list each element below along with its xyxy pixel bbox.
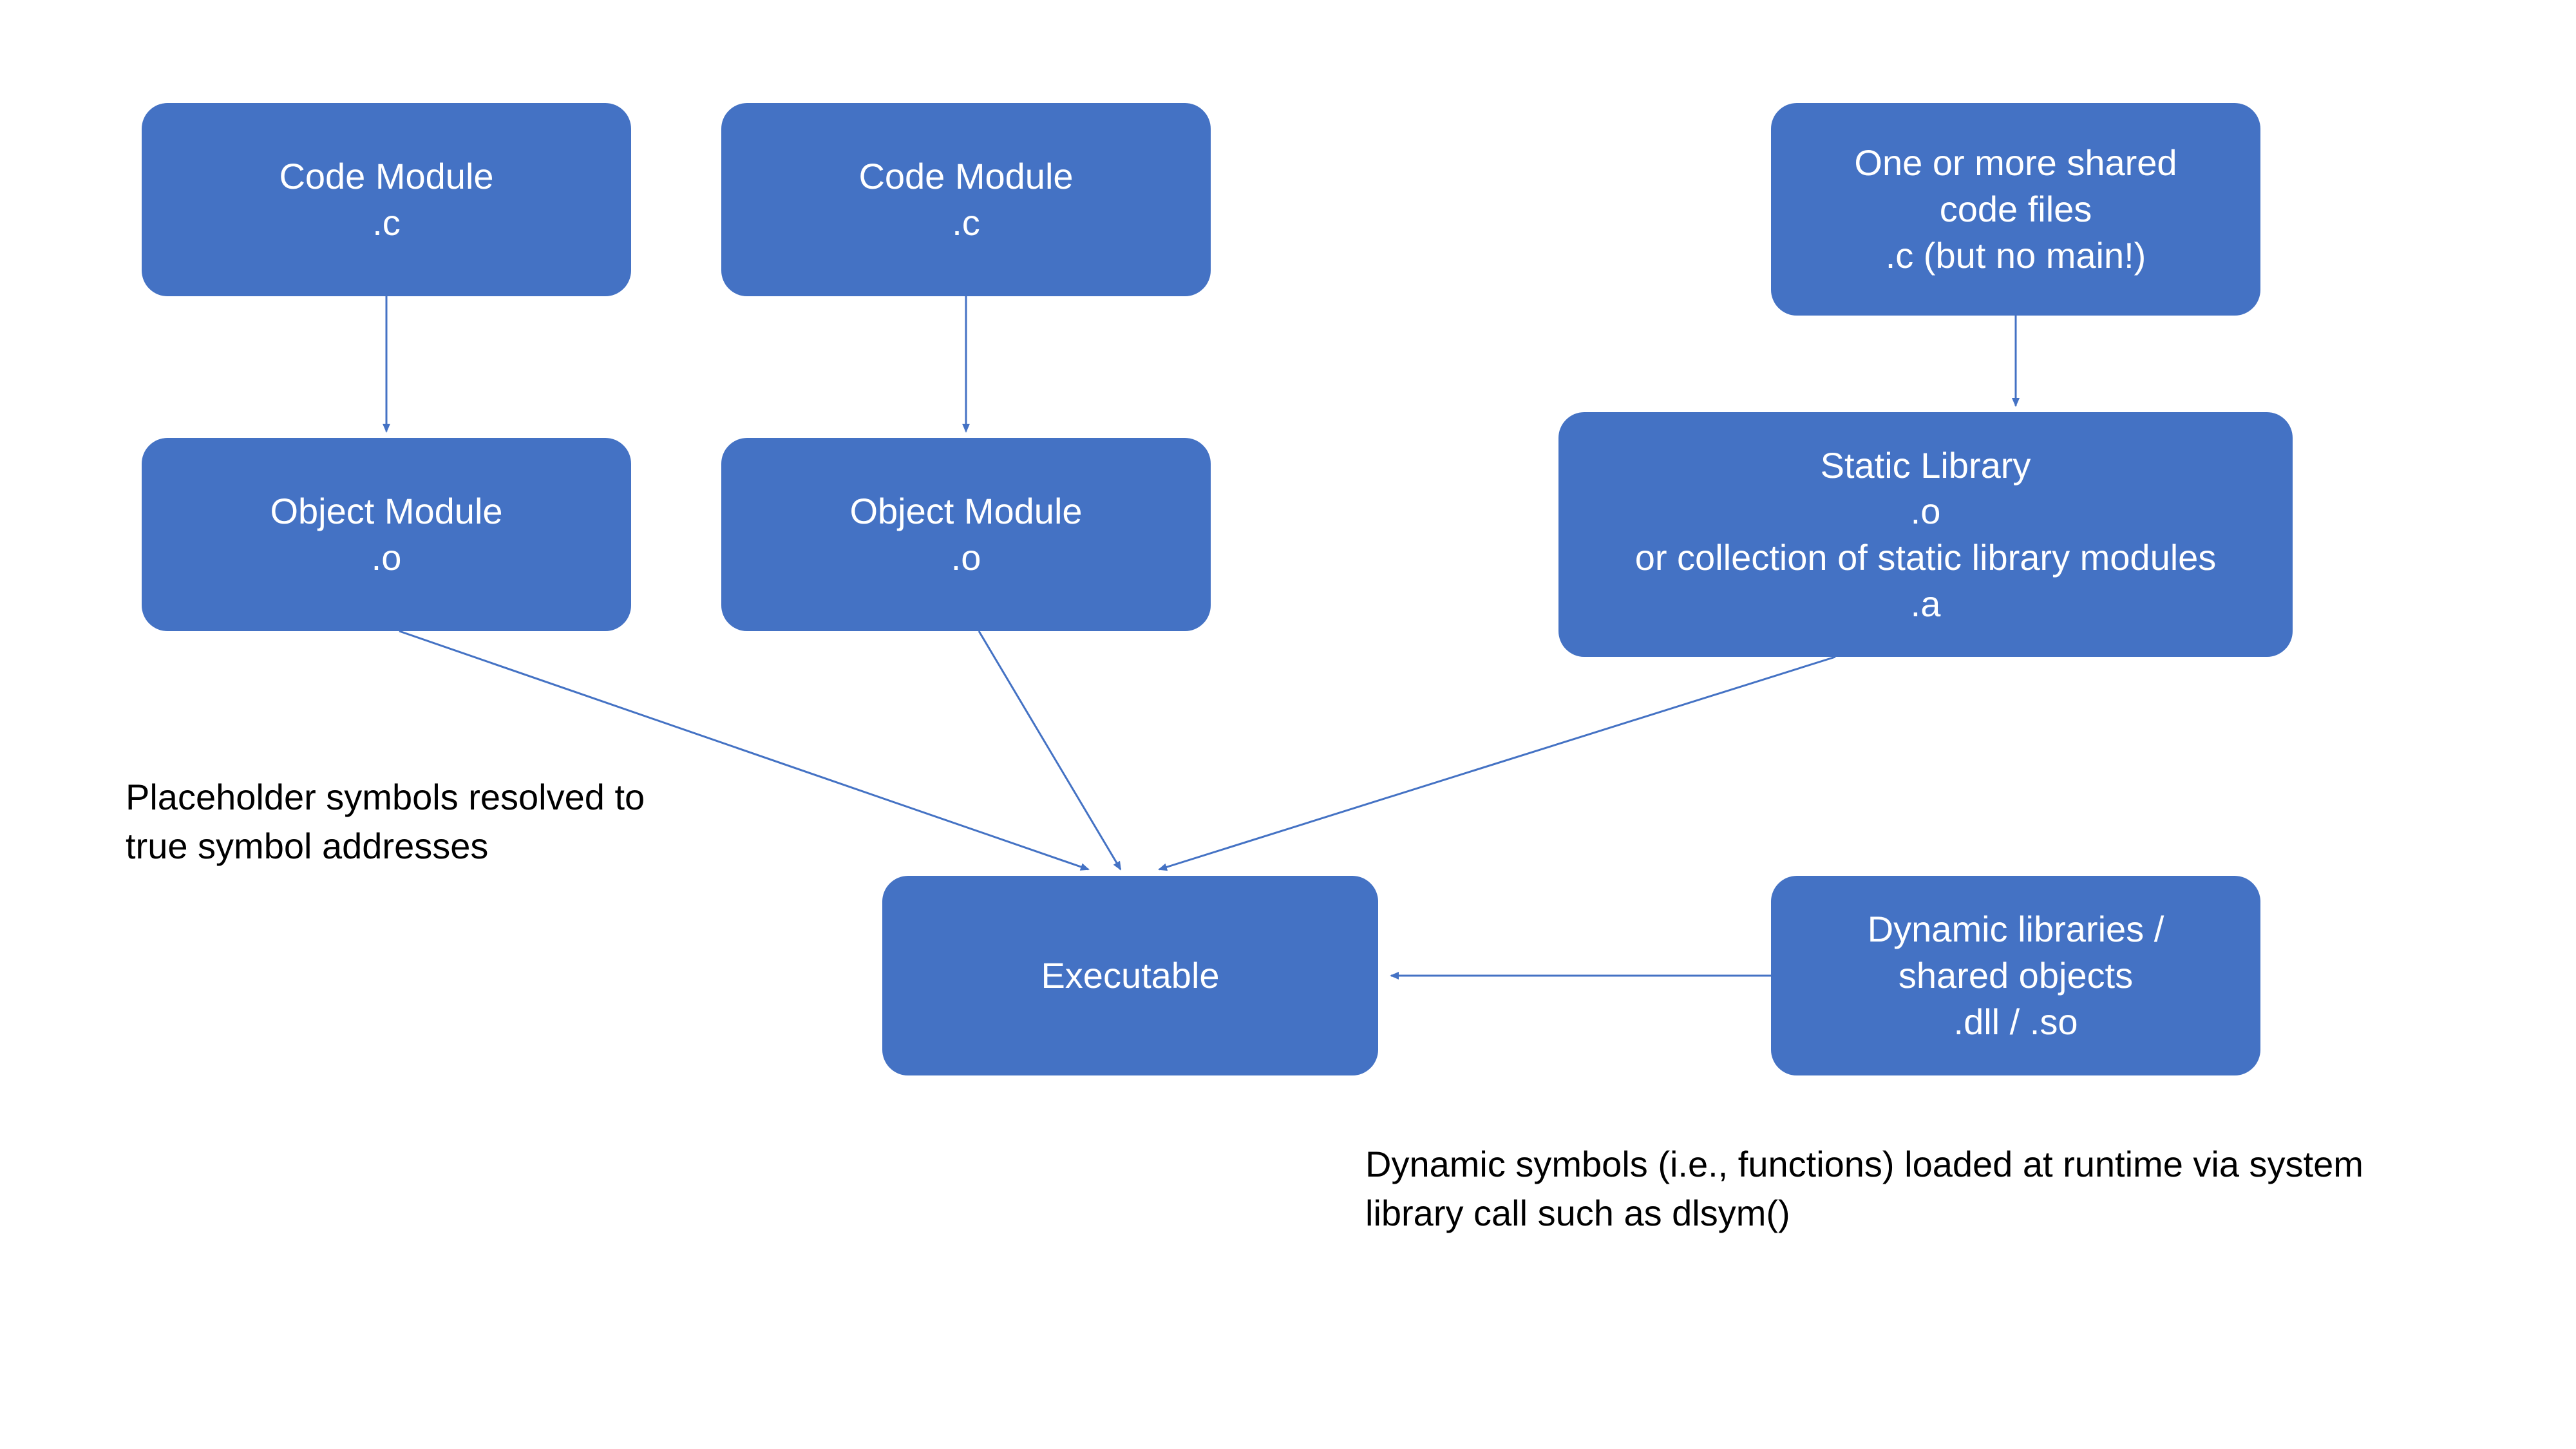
node-code-module-2-line2: .c — [952, 200, 980, 246]
node-dynamic-libraries-line3: .dll / .so — [1954, 999, 2078, 1045]
node-shared-code-line1: One or more shared — [1854, 140, 2177, 186]
node-object-module-2-line1: Object Module — [849, 488, 1082, 535]
node-dynamic-libraries: Dynamic libraries / shared objects .dll … — [1771, 876, 2260, 1075]
node-object-module-2: Object Module .o — [721, 438, 1211, 631]
node-shared-code-line2: code files — [1940, 186, 2092, 232]
node-executable: Executable — [882, 876, 1378, 1075]
node-code-module-1: Code Module .c — [142, 103, 631, 296]
node-code-module-1-line1: Code Module — [279, 153, 493, 200]
diagram-canvas: Code Module .c Code Module .c One or mor… — [0, 0, 2576, 1449]
node-static-library-line2: .o — [1911, 488, 1941, 535]
node-shared-code-line3: .c (but no main!) — [1886, 232, 2146, 279]
arrow-obj2-to-exe — [979, 631, 1121, 869]
node-object-module-1-line1: Object Module — [270, 488, 502, 535]
note-placeholder-symbols: Placeholder symbols resolved to true sym… — [126, 773, 692, 870]
node-static-library-line1: Static Library — [1821, 442, 2031, 489]
node-static-library-line4: .a — [1911, 581, 1941, 627]
arrow-staticlib-to-exe — [1159, 657, 1835, 869]
note-dynamic-symbols: Dynamic symbols (i.e., functions) loaded… — [1365, 1140, 2402, 1237]
node-code-module-2: Code Module .c — [721, 103, 1211, 296]
node-executable-line1: Executable — [1041, 952, 1219, 999]
node-shared-code: One or more shared code files .c (but no… — [1771, 103, 2260, 316]
node-code-module-1-line2: .c — [372, 200, 401, 246]
node-dynamic-libraries-line1: Dynamic libraries / — [1868, 906, 2164, 952]
node-static-library-line3: or collection of static library modules — [1635, 535, 2217, 581]
node-dynamic-libraries-line2: shared objects — [1899, 952, 2133, 999]
node-static-library: Static Library .o or collection of stati… — [1558, 412, 2293, 657]
node-code-module-2-line1: Code Module — [858, 153, 1073, 200]
node-object-module-1: Object Module .o — [142, 438, 631, 631]
node-object-module-2-line2: .o — [951, 535, 981, 581]
node-object-module-1-line2: .o — [372, 535, 402, 581]
